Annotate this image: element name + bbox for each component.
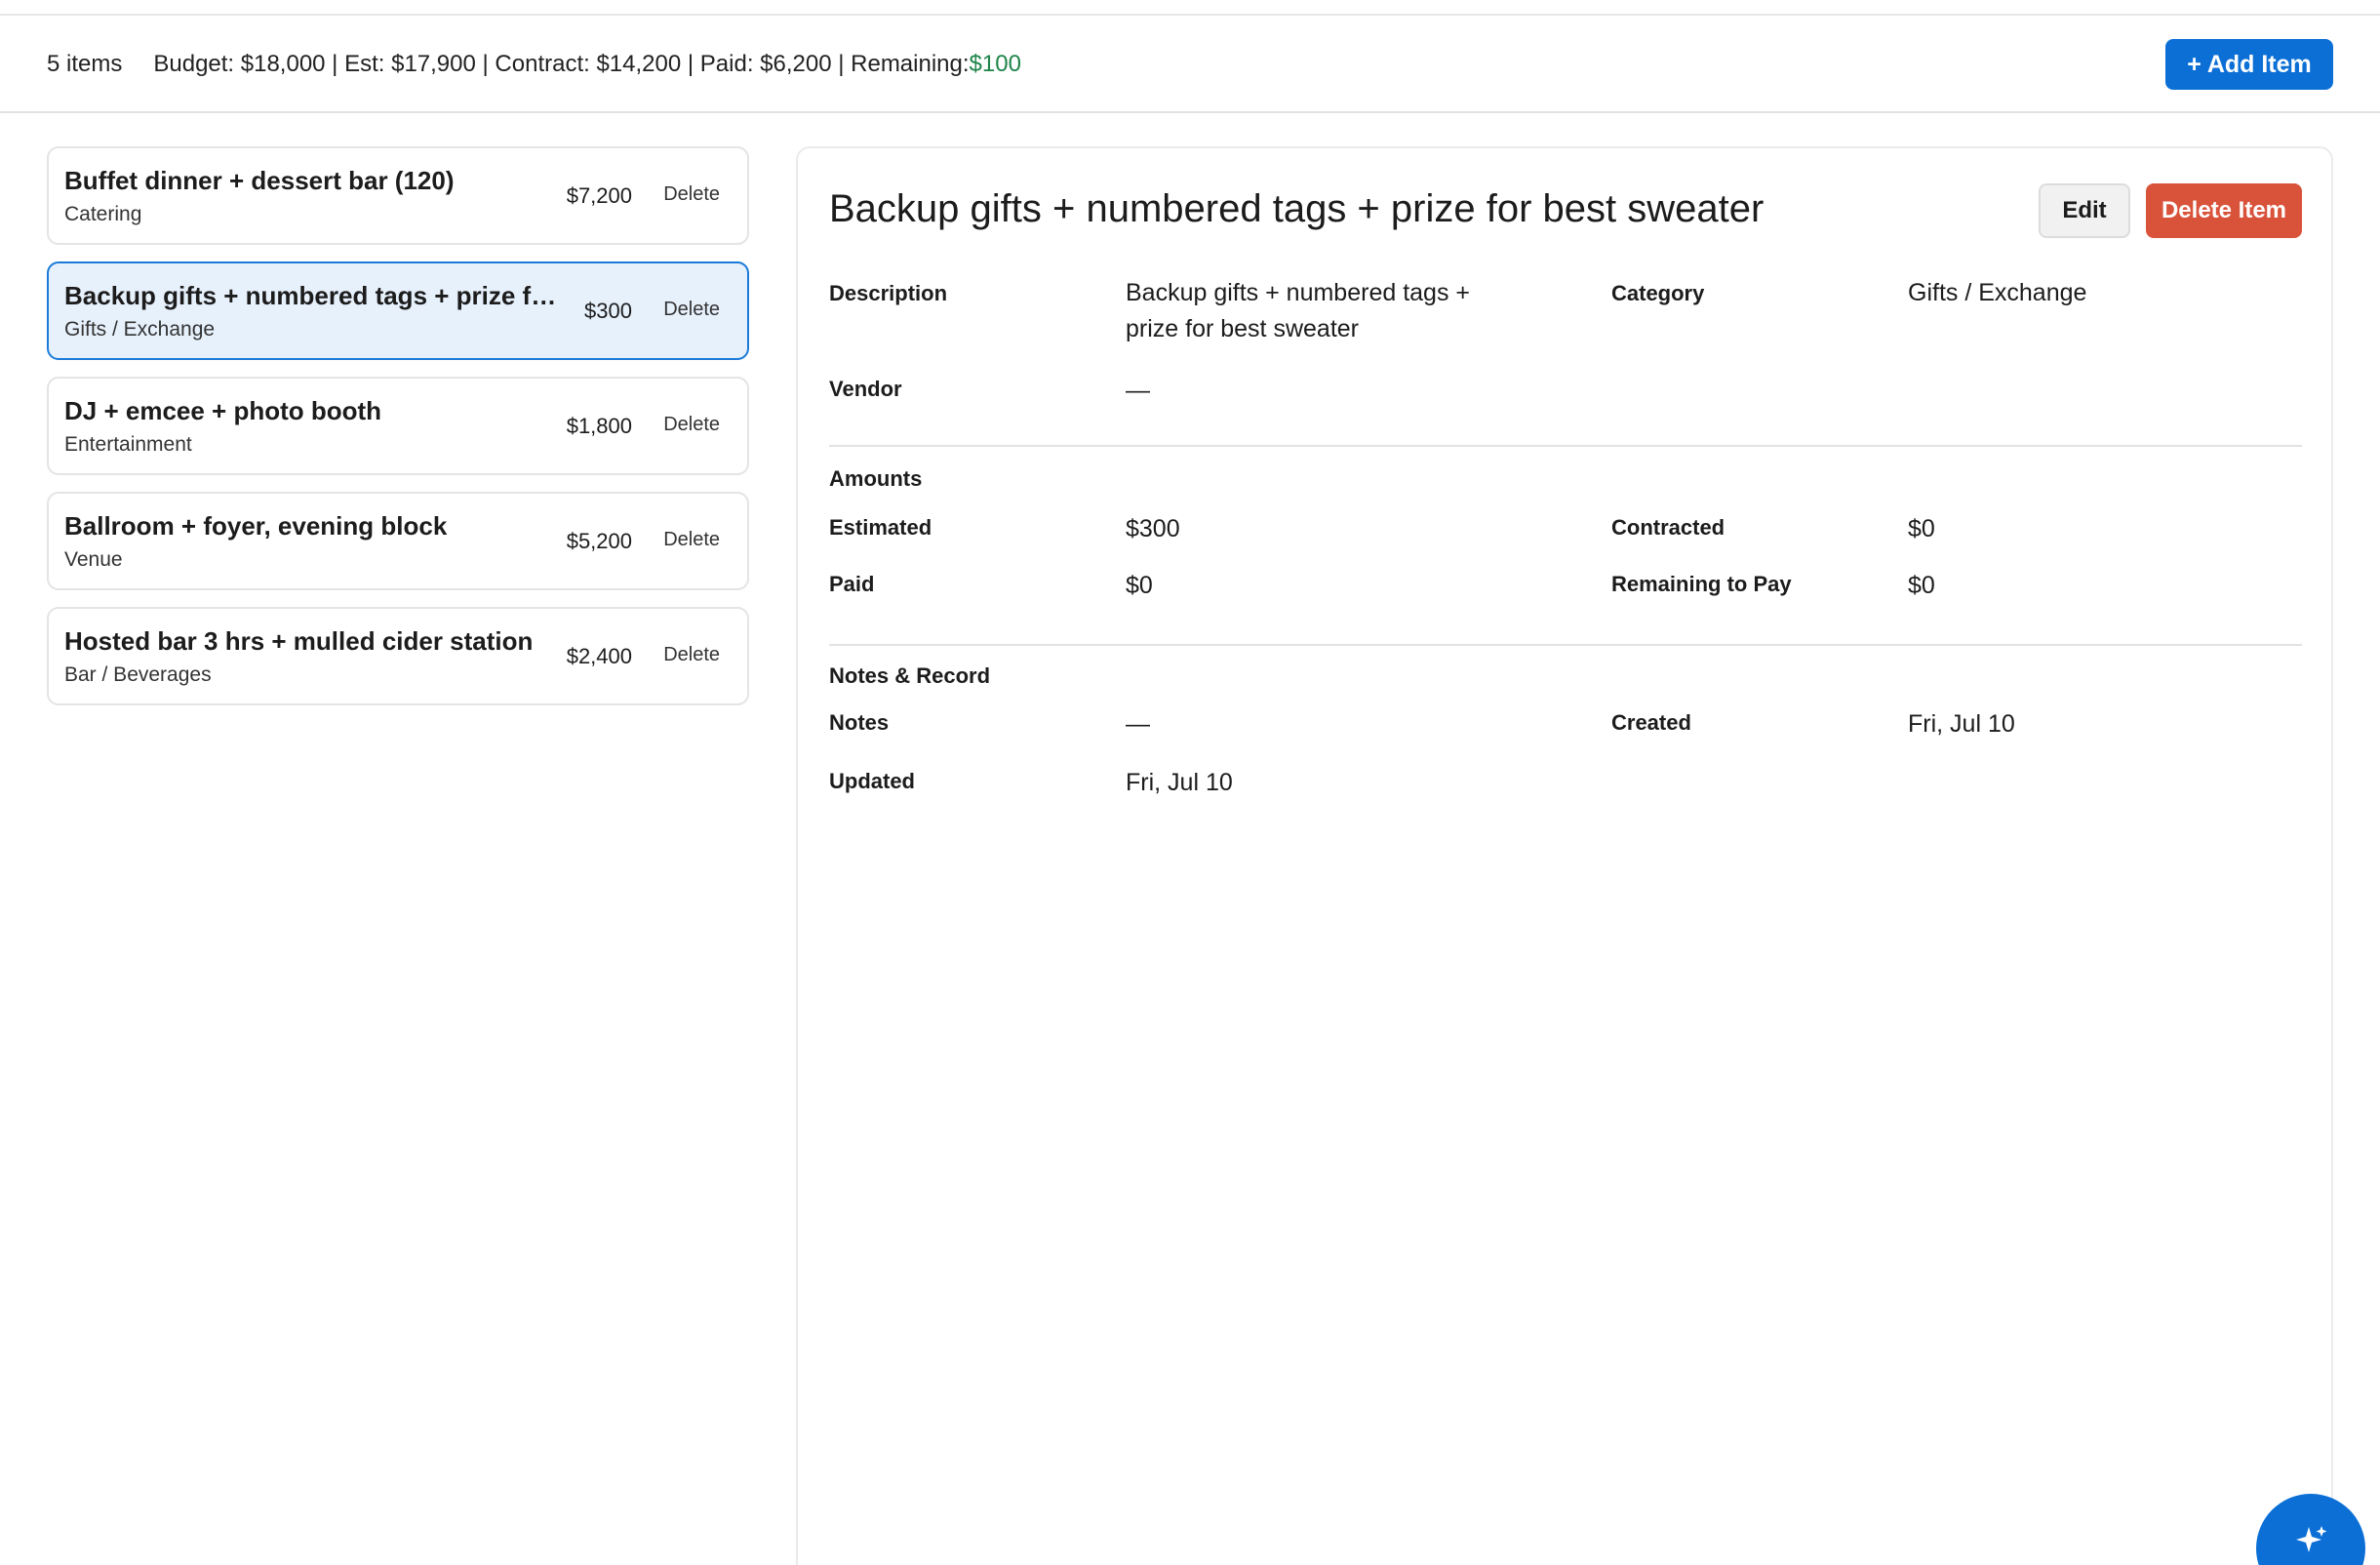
list-item[interactable]: Buffet dinner + dessert bar (120) Cateri… xyxy=(47,146,749,245)
notes-value: — xyxy=(1126,710,1150,738)
paid-value: $0 xyxy=(1126,572,1153,599)
item-title: Ballroom + foyer, evening block xyxy=(64,511,448,541)
delete-button[interactable]: Delete xyxy=(663,299,720,321)
notes-label: Notes xyxy=(829,710,890,735)
edit-button[interactable]: Edit xyxy=(2039,183,2130,238)
delete-button[interactable]: Delete xyxy=(663,414,720,436)
item-title: DJ + emcee + photo booth xyxy=(64,396,382,425)
notes-section-title: Notes & Record xyxy=(829,663,991,688)
remaining-label: Remaining to Pay xyxy=(1611,572,1792,596)
contracted-label: Contracted xyxy=(1611,515,1726,540)
description-value: Backup gifts + numbered tags + prize for… xyxy=(1126,279,1470,343)
vendor-value: — xyxy=(1126,377,1150,404)
item-amount: $300 xyxy=(584,299,632,323)
sparkle-icon xyxy=(2296,1526,2327,1552)
created-value: Fri, Jul 10 xyxy=(1908,710,2015,738)
list-item-selected[interactable]: Backup gifts + numbered tags + prize for… xyxy=(47,261,749,360)
item-count: 5 items xyxy=(47,51,123,77)
item-amount: $2,400 xyxy=(566,644,632,668)
list-item[interactable]: Ballroom + foyer, evening block Venue $5… xyxy=(47,492,749,590)
remaining-amount: $100 xyxy=(969,51,1021,77)
category-label: Category xyxy=(1611,281,1705,305)
description-label: Description xyxy=(829,281,948,305)
updated-value: Fri, Jul 10 xyxy=(1126,769,1233,796)
budget-summary: 5 items Budget: $18,000 | Est: $17,900 |… xyxy=(47,16,1021,113)
summary-bar: 5 items Budget: $18,000 | Est: $17,900 |… xyxy=(0,16,2380,113)
delete-button[interactable]: Delete xyxy=(663,183,720,206)
section-divider xyxy=(829,445,2302,447)
description-line: Backup gifts + numbered tags + xyxy=(1126,279,1470,306)
item-category: Bar / Beverages xyxy=(64,663,212,686)
item-amount: $1,800 xyxy=(566,414,632,438)
list-item[interactable]: DJ + emcee + photo booth Entertainment $… xyxy=(47,377,749,475)
list-item[interactable]: Hosted bar 3 hrs + mulled cider station … xyxy=(47,607,749,705)
item-title: Buffet dinner + dessert bar (120) xyxy=(64,166,455,195)
add-item-button[interactable]: + Add Item xyxy=(2165,39,2333,90)
contracted-value: $0 xyxy=(1908,515,1935,542)
section-divider xyxy=(829,644,2302,646)
paid-label: Paid xyxy=(829,572,875,596)
budget-totals: Budget: $18,000 | Est: $17,900 | Contrac… xyxy=(153,51,970,77)
item-category: Venue xyxy=(64,548,123,571)
updated-label: Updated xyxy=(829,769,915,793)
detail-title: Backup gifts + numbered tags + prize for… xyxy=(829,187,1765,230)
delete-button[interactable]: Delete xyxy=(663,644,720,666)
item-list: Buffet dinner + dessert bar (120) Cateri… xyxy=(47,146,749,722)
item-category: Gifts / Exchange xyxy=(64,318,216,341)
delete-button[interactable]: Delete xyxy=(663,529,720,551)
remaining-value: $0 xyxy=(1908,572,1935,599)
item-title: Backup gifts + numbered tags + prize for… xyxy=(64,281,560,310)
item-detail-panel: Backup gifts + numbered tags + prize for… xyxy=(796,146,2333,1565)
vendor-label: Vendor xyxy=(829,377,902,401)
description-line: prize for best sweater xyxy=(1126,315,1359,342)
amounts-section-title: Amounts xyxy=(829,466,923,491)
item-amount: $7,200 xyxy=(566,183,632,208)
item-amount: $5,200 xyxy=(566,529,632,553)
created-label: Created xyxy=(1611,710,1691,735)
category-value: Gifts / Exchange xyxy=(1908,279,2087,306)
item-title: Hosted bar 3 hrs + mulled cider station xyxy=(64,626,534,656)
item-category: Catering xyxy=(64,203,142,225)
estimated-label: Estimated xyxy=(829,515,932,540)
delete-item-button[interactable]: Delete Item xyxy=(2146,183,2302,238)
estimated-value: $300 xyxy=(1126,515,1180,542)
item-category: Entertainment xyxy=(64,433,192,456)
